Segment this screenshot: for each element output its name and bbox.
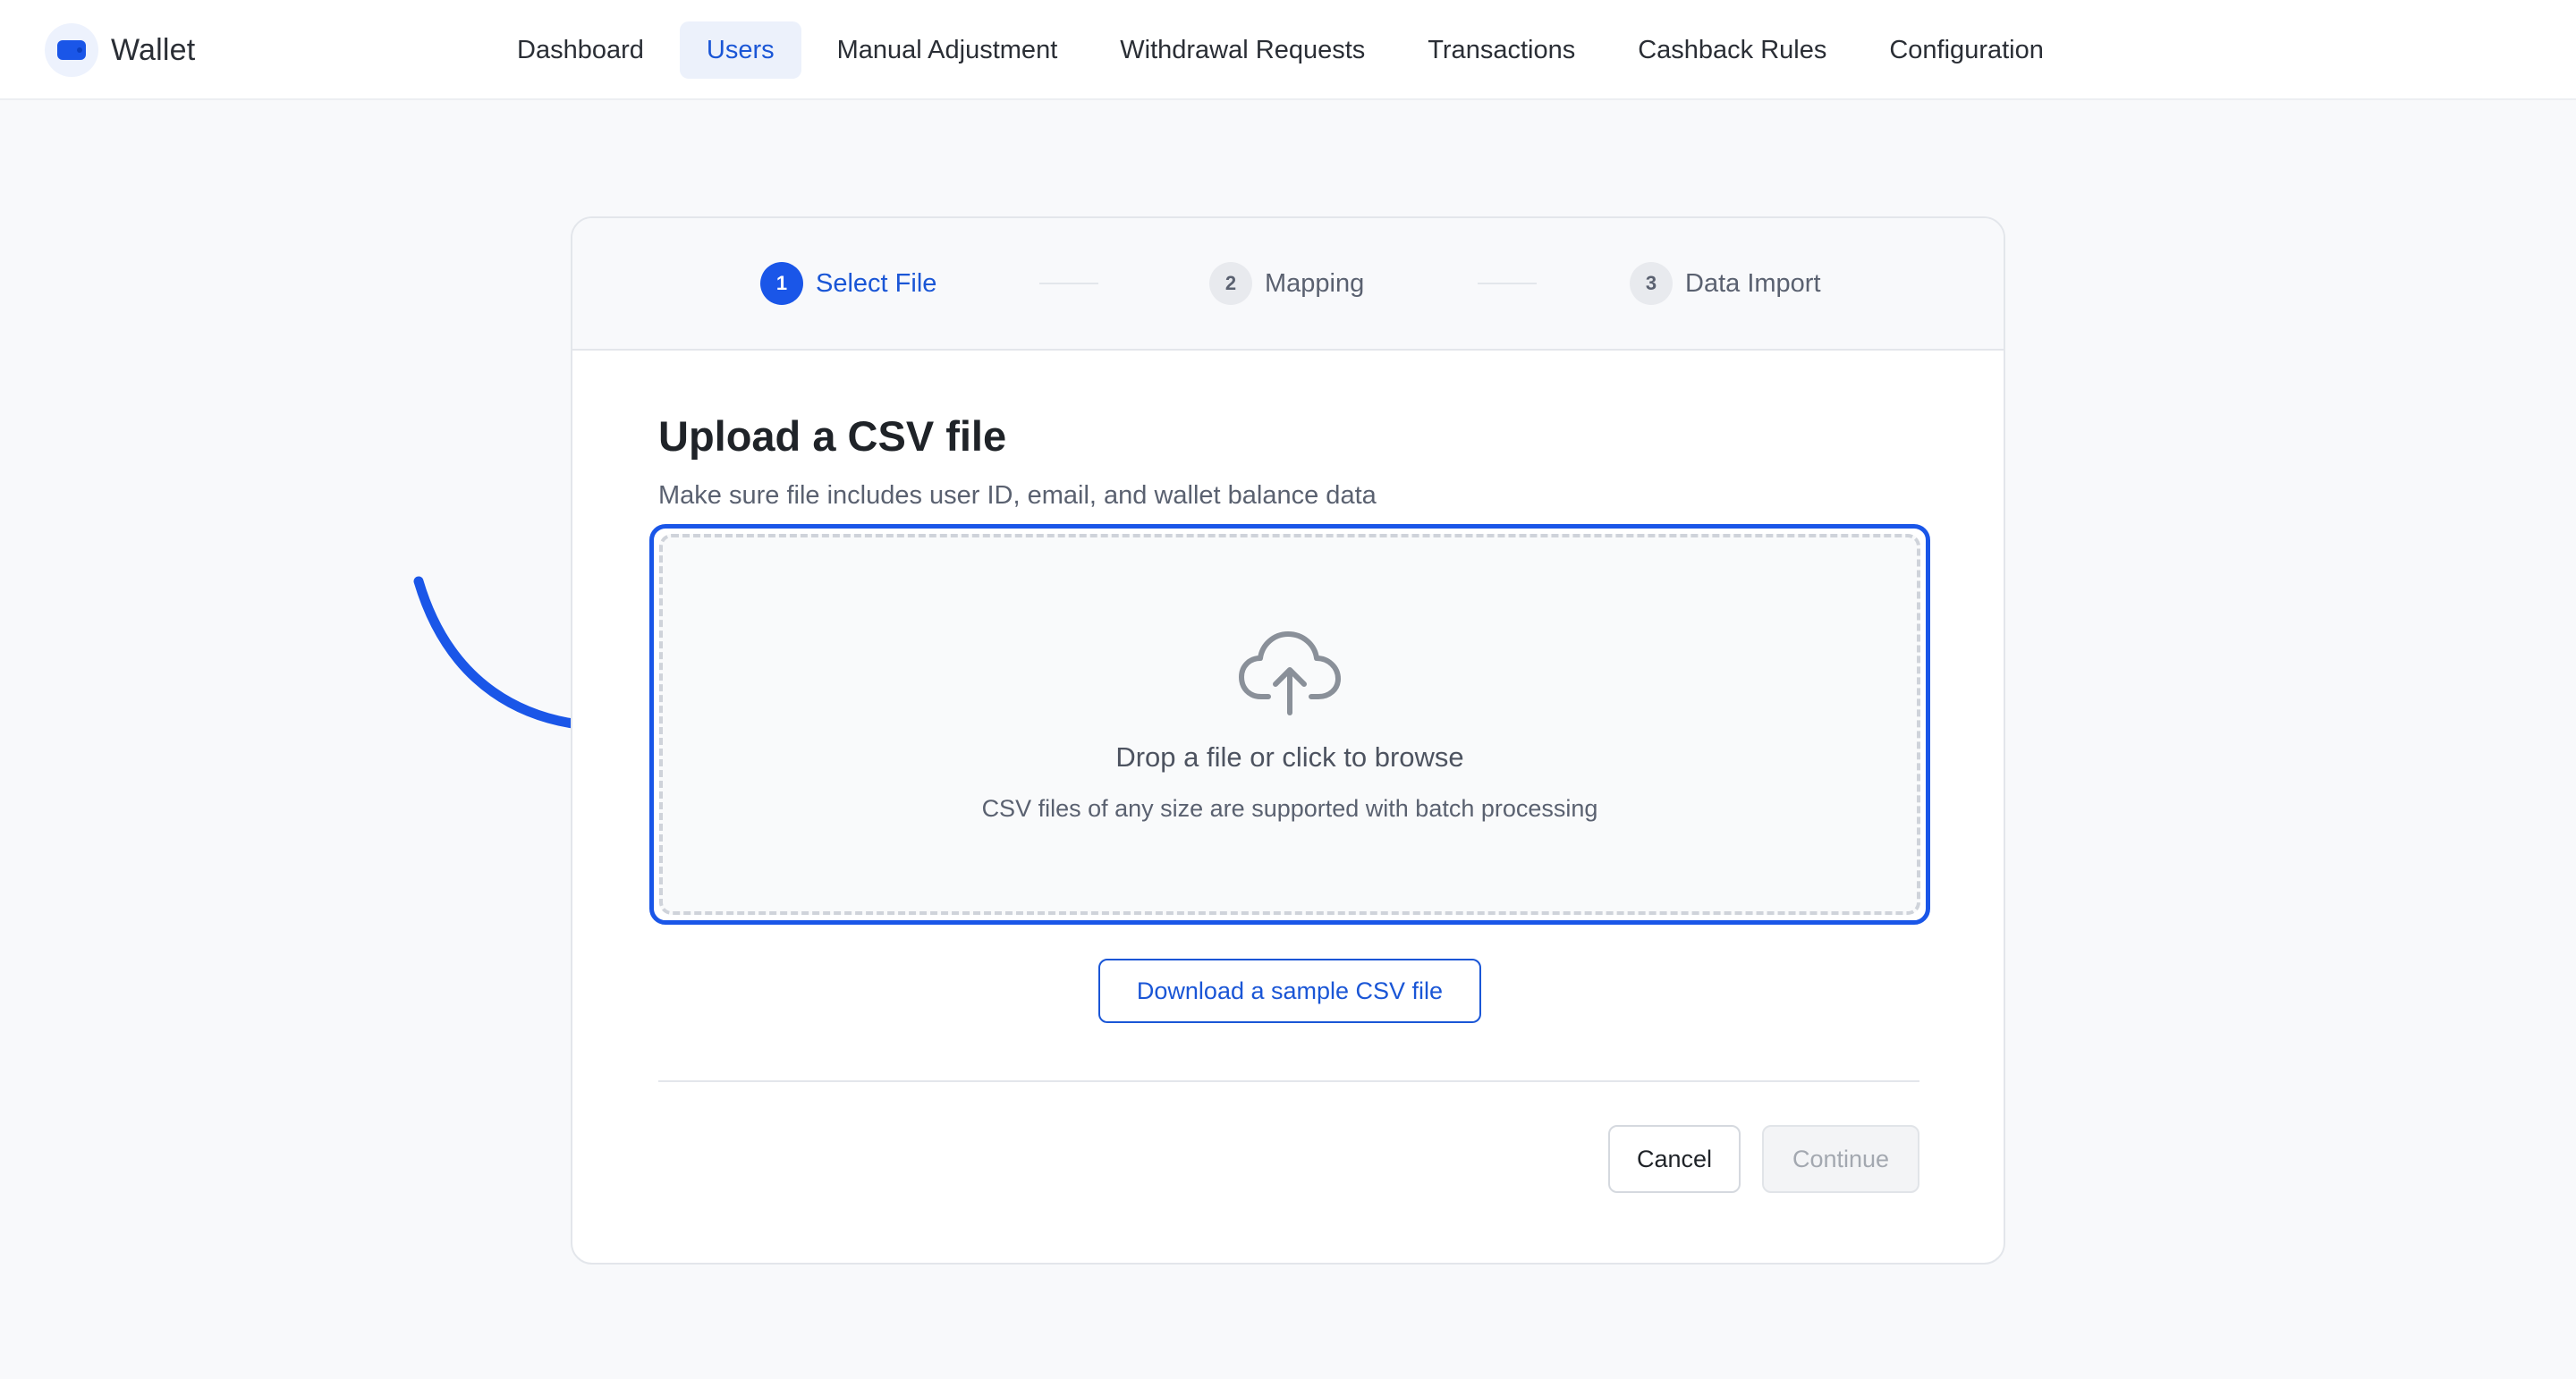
cloud-upload-icon: [1239, 631, 1341, 715]
main-nav: Dashboard Users Manual Adjustment Withdr…: [490, 21, 2080, 79]
continue-button[interactable]: Continue: [1762, 1125, 1919, 1193]
nav-item-dashboard[interactable]: Dashboard: [490, 21, 671, 79]
step-number: 1: [760, 262, 803, 305]
dropzone-inner[interactable]: Drop a file or click to browse CSV files…: [659, 534, 1920, 915]
page-title: Upload a CSV file: [658, 412, 1007, 460]
step-number: 3: [1630, 262, 1673, 305]
app-name: Wallet: [111, 32, 196, 67]
step-label: Select File: [816, 268, 937, 298]
brand[interactable]: Wallet: [45, 23, 195, 77]
file-dropzone[interactable]: Drop a file or click to browse CSV files…: [649, 524, 1930, 925]
cancel-button[interactable]: Cancel: [1608, 1125, 1741, 1193]
step-connector: [1478, 283, 1537, 284]
nav-item-cashback-rules[interactable]: Cashback Rules: [1611, 21, 1853, 79]
top-navigation-bar: Wallet Dashboard Users Manual Adjustment…: [0, 0, 2576, 100]
step-label: Data Import: [1685, 268, 1821, 298]
step-data-import: 3 Data Import: [1630, 261, 1821, 306]
nav-item-transactions[interactable]: Transactions: [1401, 21, 1602, 79]
step-mapping: 2 Mapping: [1209, 261, 1364, 306]
step-select-file: 1 Select File: [760, 261, 936, 306]
nav-item-configuration[interactable]: Configuration: [1862, 21, 2071, 79]
nav-item-manual-adjustment[interactable]: Manual Adjustment: [810, 21, 1085, 79]
dropzone-secondary-text: CSV files of any size are supported with…: [981, 795, 1598, 822]
download-sample-csv-button[interactable]: Download a sample CSV file: [1098, 959, 1481, 1023]
dropzone-primary-text: Drop a file or click to browse: [1115, 741, 1464, 773]
step-number: 2: [1209, 262, 1252, 305]
step-connector: [1039, 283, 1098, 284]
footer-divider: [658, 1080, 1919, 1082]
wallet-icon: [45, 23, 98, 77]
nav-item-users[interactable]: Users: [679, 21, 801, 79]
step-label: Mapping: [1265, 268, 1365, 298]
page-subtitle: Make sure file includes user ID, email, …: [658, 481, 1377, 510]
nav-item-withdrawal-requests[interactable]: Withdrawal Requests: [1093, 21, 1392, 79]
import-wizard-card: 1 Select File 2 Mapping 3 Data Import Up…: [571, 216, 2005, 1265]
stepper: 1 Select File 2 Mapping 3 Data Import: [572, 218, 2004, 351]
